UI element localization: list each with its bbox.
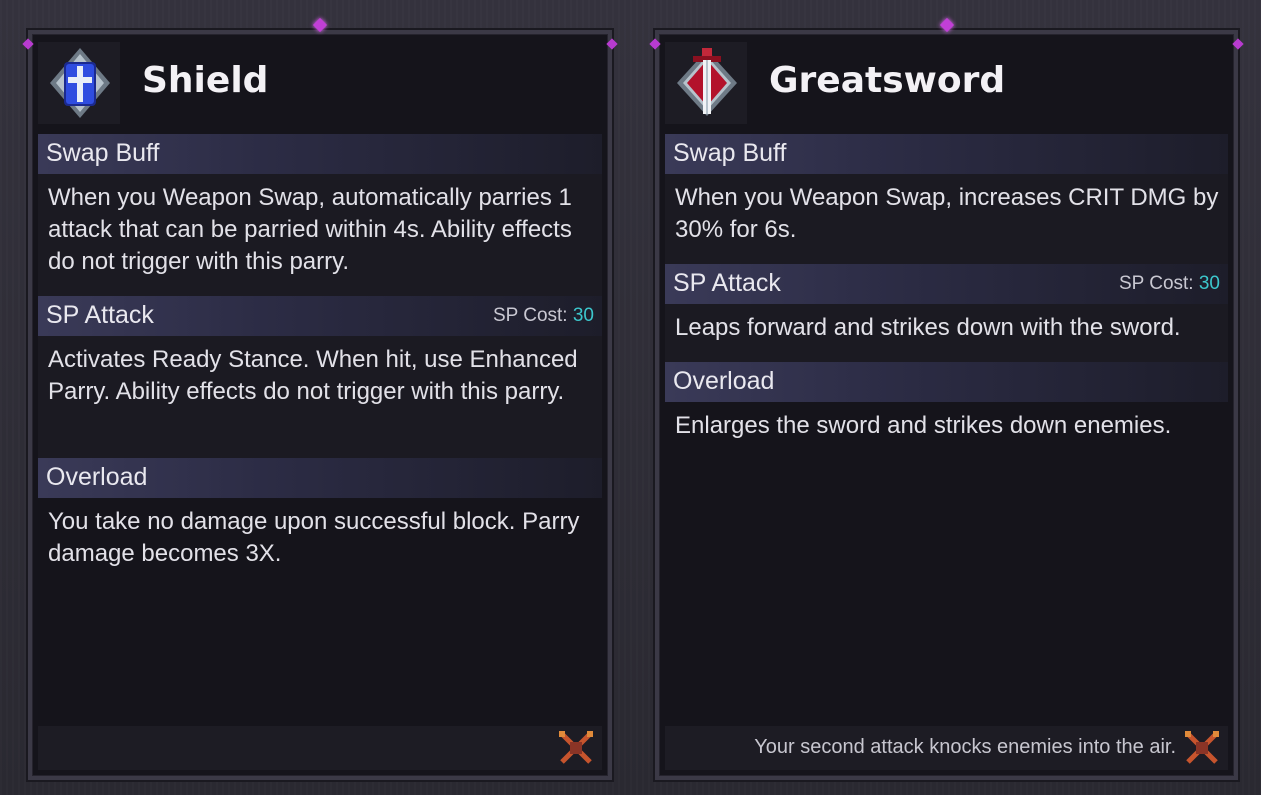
card-title: Shield bbox=[142, 60, 269, 101]
section-header-sp-attack: SP Attack SP Cost: 30 bbox=[665, 264, 1228, 304]
section-text-swap-buff: When you Weapon Swap, increases CRIT DMG… bbox=[665, 174, 1228, 264]
section-header-sp-attack: SP Attack SP Cost: 30 bbox=[38, 296, 602, 336]
section-label: SP Attack bbox=[46, 301, 154, 329]
weapon-card-greatsword: Greatsword Swap Buff When you Weapon Swa… bbox=[649, 17, 1244, 780]
card-footer bbox=[38, 726, 602, 770]
section-text-swap-buff: When you Weapon Swap, automatically parr… bbox=[38, 174, 602, 296]
card-header: Greatsword bbox=[665, 42, 1228, 130]
frame-ornament bbox=[856, 17, 1037, 34]
section-label: Swap Buff bbox=[46, 139, 160, 167]
section-header-swap-buff: Swap Buff bbox=[38, 134, 602, 174]
sp-cost-label: SP Cost: bbox=[492, 305, 568, 326]
shield-icon bbox=[38, 42, 120, 124]
frame-ornament bbox=[230, 17, 410, 34]
section-label: SP Attack bbox=[673, 269, 781, 297]
section-text-sp-attack: Leaps forward and strikes down with the … bbox=[665, 304, 1228, 362]
card-footer: Your second attack knocks enemies into t… bbox=[665, 726, 1228, 770]
greatsword-icon bbox=[665, 42, 747, 124]
section-text-overload: You take no damage upon successful block… bbox=[48, 508, 580, 567]
card-header: Shield bbox=[38, 42, 602, 130]
sp-cost-label: SP Cost: bbox=[1118, 273, 1194, 294]
sp-cost: SP Cost: 30 bbox=[493, 305, 594, 327]
section-label: Overload bbox=[673, 367, 775, 395]
section-label: Overload bbox=[46, 463, 148, 491]
sp-cost: SP Cost: 30 bbox=[1119, 273, 1220, 295]
section-header-overload: Overload bbox=[665, 362, 1228, 402]
section-label: Swap Buff bbox=[673, 139, 787, 167]
crossed-swords-icon bbox=[559, 731, 593, 764]
section-header-swap-buff: Swap Buff bbox=[665, 134, 1228, 174]
section-text-sp-attack: Activates Ready Stance. When hit, use En… bbox=[38, 336, 602, 458]
section-header-overload: Overload bbox=[38, 458, 602, 498]
footer-text: Your second attack knocks enemies into t… bbox=[754, 736, 1176, 758]
card-title: Greatsword bbox=[769, 60, 1006, 101]
sp-cost-value: 30 bbox=[572, 305, 594, 326]
weapon-card-shield: Shield Swap Buff When you Weapon Swap, a… bbox=[22, 17, 618, 780]
section-text-overload: Enlarges the sword and strikes down enem… bbox=[675, 412, 1172, 439]
crossed-swords-icon bbox=[1185, 731, 1219, 764]
sp-cost-value: 30 bbox=[1198, 273, 1220, 294]
